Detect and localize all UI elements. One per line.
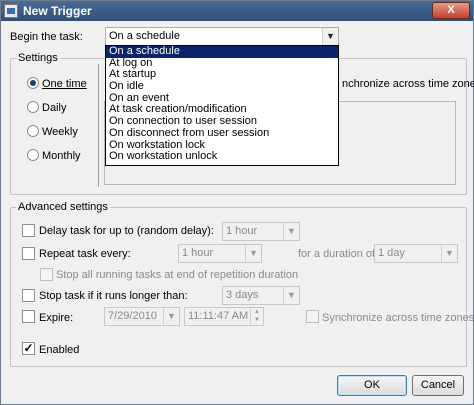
cancel-button[interactable]: Cancel [412, 375, 464, 396]
ok-button[interactable]: OK [337, 375, 407, 396]
radio-monthly[interactable] [27, 149, 39, 161]
stop-longer-select[interactable]: 3 days ▼ [222, 286, 300, 305]
sync-time-zones-label: nchronize across time zones [342, 78, 474, 90]
repeat-value: 1 hour [182, 247, 214, 259]
window-icon [4, 4, 18, 18]
stop-running-checkbox[interactable] [40, 268, 53, 281]
chevron-down-icon[interactable]: ▼ [283, 223, 299, 240]
option-on-workstation-unlock[interactable]: On workstation unlock [106, 150, 338, 163]
option-on-idle[interactable]: On idle [106, 80, 338, 93]
radio-one-time-label[interactable]: One time [42, 78, 87, 90]
title-bar[interactable]: New Trigger X [1, 1, 473, 21]
repeat-checkbox[interactable] [22, 247, 35, 260]
radio-monthly-label[interactable]: Monthly [42, 150, 81, 162]
radio-one-time[interactable] [27, 77, 39, 89]
time-spinner-icon[interactable]: ▲ ▼ [250, 308, 263, 325]
radio-weekly-label[interactable]: Weekly [42, 126, 78, 138]
duration-value: 1 day [378, 247, 405, 259]
settings-divider [98, 64, 99, 187]
window-title: New Trigger [23, 4, 92, 18]
expire-label: Expire: [39, 312, 74, 324]
stop-longer-value: 3 days [226, 289, 259, 301]
expire-checkbox[interactable] [22, 310, 35, 323]
stop-longer-label: Stop task if it runs longer than: [39, 290, 188, 302]
delay-checkbox[interactable] [22, 224, 35, 237]
chevron-down-icon[interactable]: ▼ [283, 287, 299, 304]
enabled-checkbox[interactable]: ✓ [22, 342, 35, 355]
option-on-a-schedule[interactable]: On a schedule [106, 45, 338, 58]
close-button[interactable]: X [432, 2, 470, 19]
chevron-down-icon[interactable]: ▼ [322, 28, 338, 45]
chevron-down-icon[interactable]: ▼ [441, 245, 457, 262]
begin-task-select[interactable]: On a schedule ▼ [105, 27, 339, 46]
expire-date-value: 7/29/2010 [108, 310, 157, 322]
stop-longer-checkbox[interactable] [22, 289, 35, 302]
expire-date-picker[interactable]: 7/29/2010 ▼ [104, 307, 180, 326]
duration-select[interactable]: 1 day ▼ [374, 244, 458, 263]
expire-time-value: 11:11:47 AM [188, 310, 249, 322]
radio-weekly[interactable] [27, 125, 39, 137]
radio-daily-label[interactable]: Daily [42, 102, 66, 114]
delay-value: 1 hour [226, 225, 258, 237]
expire-sync-label: Synchronize across time zones [322, 312, 474, 324]
calendar-dropdown-icon[interactable]: ▼ [163, 308, 179, 325]
duration-label: for a duration of: [298, 248, 379, 260]
new-trigger-dialog: New Trigger X Begin the task: On a sched… [0, 0, 474, 405]
begin-task-value: On a schedule [109, 30, 180, 42]
radio-daily[interactable] [27, 101, 39, 113]
advanced-settings-title: Advanced settings [16, 201, 110, 213]
expire-time-picker[interactable]: 11:11:47 AM ▲ ▼ [184, 307, 264, 326]
repeat-label: Repeat task every: [39, 248, 131, 260]
delay-select[interactable]: 1 hour ▼ [222, 222, 300, 241]
settings-group-title: Settings [16, 52, 60, 64]
expire-sync-checkbox[interactable] [306, 310, 319, 323]
enabled-label: Enabled [39, 344, 80, 356]
delay-label: Delay task for up to (random delay): [39, 225, 214, 237]
repeat-select[interactable]: 1 hour ▼ [178, 244, 262, 263]
stop-running-label: Stop all running tasks at end of repetit… [56, 269, 299, 281]
option-on-disconnect[interactable]: On disconnect from user session [106, 127, 338, 140]
chevron-down-icon[interactable]: ▼ [245, 245, 261, 262]
begin-task-dropdown-list[interactable]: On a schedule At log on At startup On id… [105, 45, 339, 166]
begin-task-label: Begin the task: [10, 31, 83, 43]
